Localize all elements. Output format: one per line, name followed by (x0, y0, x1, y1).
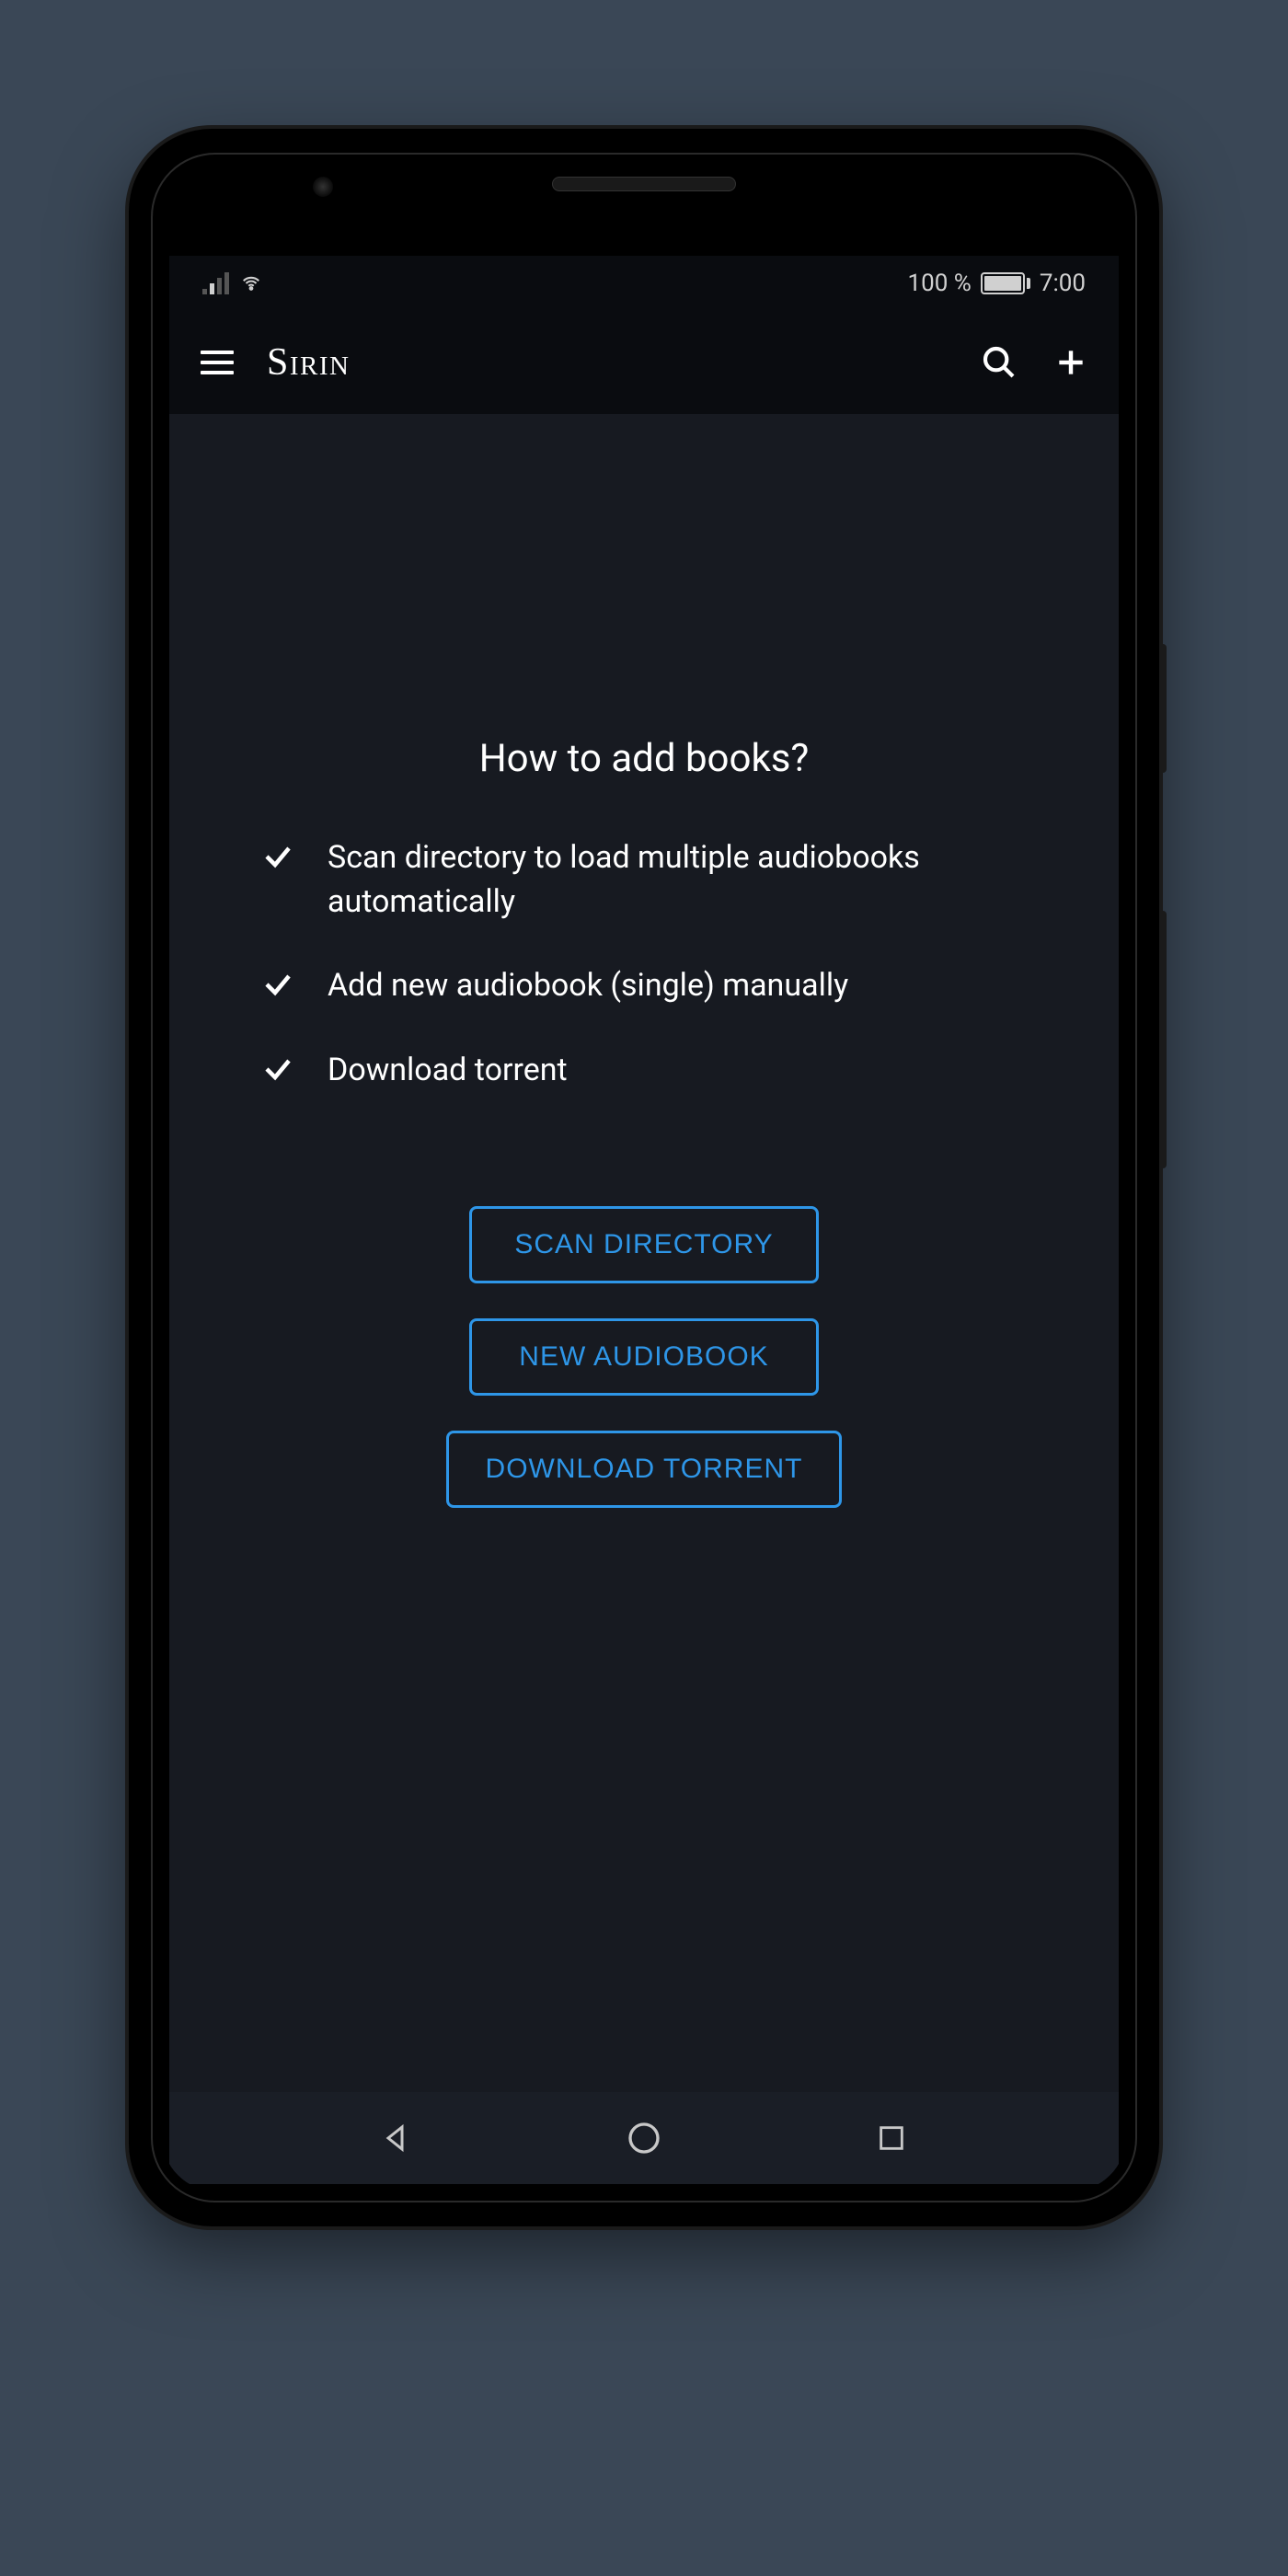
phone-camera (313, 177, 333, 197)
help-item-add: Add new audiobook (single) manually (261, 964, 1027, 1008)
add-button[interactable] (1049, 340, 1093, 385)
search-button[interactable] (977, 340, 1021, 385)
new-audiobook-button[interactable]: NEW AUDIOBOOK (469, 1318, 819, 1396)
clock-label: 7:00 (1040, 270, 1086, 297)
app-title: Sirin (267, 340, 949, 385)
circle-home-icon (626, 2120, 662, 2156)
screen: 100 % 7:00 Sirin (169, 256, 1119, 2184)
status-bar: 100 % 7:00 (169, 256, 1119, 311)
check-icon (261, 968, 294, 1001)
cellular-signal-icon (202, 272, 229, 294)
back-button[interactable] (376, 2118, 417, 2158)
square-recent-icon (876, 2122, 907, 2154)
triangle-back-icon (380, 2122, 413, 2155)
check-icon (261, 840, 294, 873)
plus-icon (1053, 345, 1088, 380)
help-item-scan: Scan directory to load multiple audioboo… (261, 836, 1027, 924)
home-button[interactable] (624, 2118, 664, 2158)
help-list: Scan directory to load multiple audioboo… (224, 836, 1064, 1133)
app-bar: Sirin (169, 311, 1119, 414)
phone-speaker (552, 177, 736, 191)
battery-percent-label: 100 % (908, 270, 972, 297)
page-heading: How to add books? (479, 736, 810, 781)
phone-frame: 100 % 7:00 Sirin (129, 129, 1159, 2226)
search-icon (981, 344, 1018, 381)
phone-side-button-2 (1159, 911, 1167, 1168)
action-buttons: SCAN DIRECTORY NEW AUDIOBOOK DOWNLOAD TO… (446, 1206, 843, 1508)
menu-button[interactable] (195, 340, 239, 385)
check-icon (261, 1052, 294, 1086)
download-torrent-button[interactable]: DOWNLOAD TORRENT (446, 1431, 843, 1508)
phone-side-button-1 (1159, 644, 1167, 773)
system-nav-bar (169, 2092, 1119, 2184)
help-text: Download torrent (328, 1049, 568, 1093)
help-text: Add new audiobook (single) manually (328, 964, 848, 1008)
main-content: How to add books? Scan directory to load… (169, 414, 1119, 2092)
help-text: Scan directory to load multiple audioboo… (328, 836, 1027, 924)
wifi-icon (238, 273, 264, 293)
scan-directory-button[interactable]: SCAN DIRECTORY (469, 1206, 819, 1283)
battery-icon (981, 272, 1030, 294)
help-item-download: Download torrent (261, 1049, 1027, 1093)
hamburger-icon (201, 351, 234, 374)
recent-apps-button[interactable] (871, 2118, 912, 2158)
